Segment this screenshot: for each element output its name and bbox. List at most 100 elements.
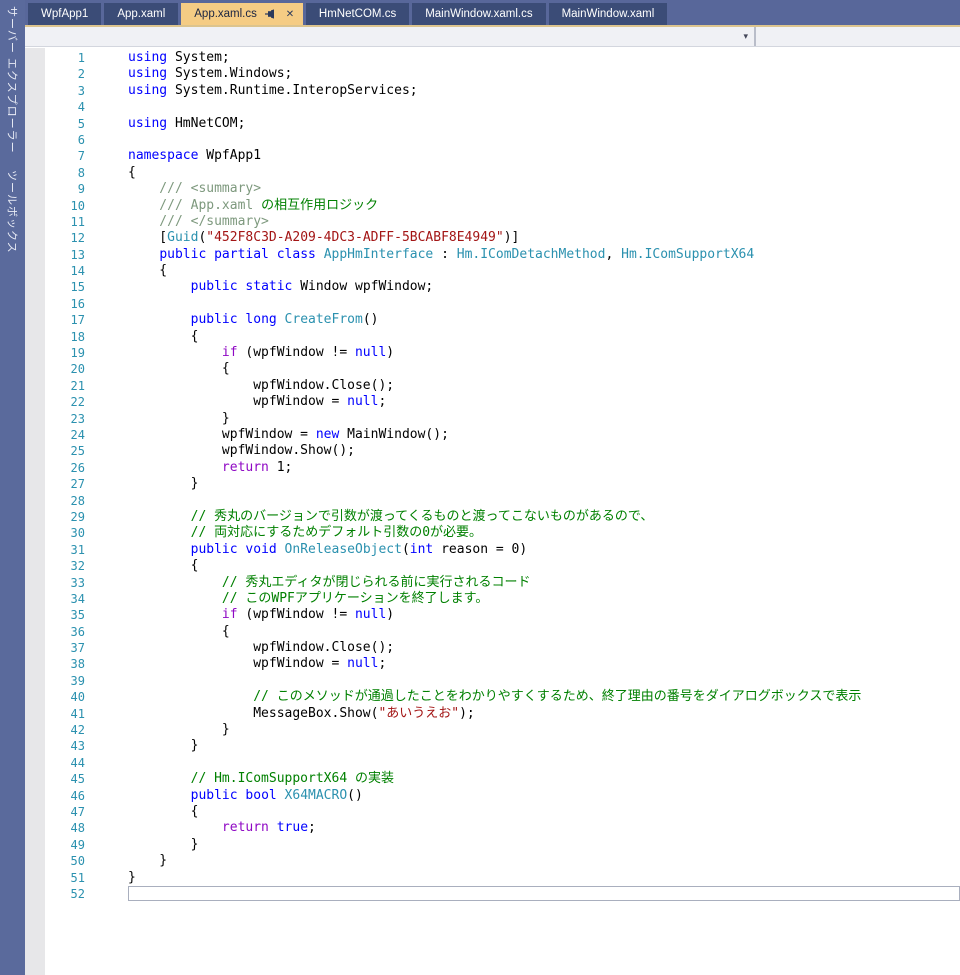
code-text[interactable]: { <box>128 558 960 574</box>
code-text[interactable]: } <box>128 738 960 754</box>
code-line: 36 { <box>25 624 960 640</box>
caret-line[interactable] <box>128 886 960 901</box>
ide-window: サーバー エクスプローラー ツールボックス WpfApp1 App.xaml A… <box>0 0 960 975</box>
tab-hmnetcom-cs[interactable]: HmNetCOM.cs <box>306 3 409 25</box>
code-text[interactable]: public bool X64MACRO() <box>128 788 960 804</box>
code-text[interactable]: /// <summary> <box>128 181 960 197</box>
code-text[interactable]: wpfWindow = null; <box>128 656 960 672</box>
code-text[interactable]: } <box>128 722 960 738</box>
tab-mainwindow-xaml[interactable]: MainWindow.xaml <box>549 3 668 25</box>
code-text[interactable]: wpfWindow.Close(); <box>128 640 960 656</box>
tab-label: App.xaml.cs <box>194 8 257 20</box>
line-number: 15 <box>25 279 85 295</box>
code-text[interactable]: public partial class AppHmInterface : Hm… <box>128 247 960 263</box>
code-text[interactable]: } <box>128 476 960 492</box>
tab-wpfapp1[interactable]: WpfApp1 <box>28 3 101 25</box>
code-text[interactable]: // このWPFアプリケーションを終了します。 <box>128 591 960 607</box>
code-text[interactable]: { <box>128 263 960 279</box>
code-line: 28 <box>25 493 960 509</box>
pin-icon[interactable] <box>263 7 277 21</box>
code-line: 33 // 秀丸エディタが閉じられる前に実行されるコード <box>25 575 960 591</box>
code-text[interactable]: wpfWindow.Close(); <box>128 378 960 394</box>
code-line: 16 <box>25 296 960 312</box>
code-text[interactable] <box>128 673 960 689</box>
close-icon[interactable]: ✕ <box>283 7 297 21</box>
code-text[interactable]: // 秀丸エディタが閉じられる前に実行されるコード <box>128 575 960 591</box>
code-text[interactable]: using System.Runtime.InteropServices; <box>128 83 960 99</box>
code-text[interactable]: { <box>128 361 960 377</box>
code-line: 15 public static Window wpfWindow; <box>25 279 960 295</box>
code-text[interactable]: using System; <box>128 50 960 66</box>
code-text[interactable]: return 1; <box>128 460 960 476</box>
code-text[interactable]: { <box>128 165 960 181</box>
code-text[interactable] <box>128 132 960 148</box>
code-text[interactable]: return true; <box>128 820 960 836</box>
code-line: 38 wpfWindow = null; <box>25 656 960 672</box>
tab-label: HmNetCOM.cs <box>319 8 396 20</box>
sidebar-item-toolbox[interactable]: ツールボックス <box>5 170 21 254</box>
line-number: 6 <box>25 132 85 148</box>
code-line: 35 if (wpfWindow != null) <box>25 607 960 623</box>
code-text[interactable]: } <box>128 870 960 886</box>
code-line: 30 // 両対応にするためデフォルト引数の0が必要。 <box>25 525 960 541</box>
code-text[interactable]: // 両対応にするためデフォルト引数の0が必要。 <box>128 525 960 541</box>
code-text[interactable]: wpfWindow = new MainWindow(); <box>128 427 960 443</box>
code-text[interactable]: namespace WpfApp1 <box>128 148 960 164</box>
sidebar-item-server-explorer[interactable]: サーバー エクスプローラー <box>5 6 21 154</box>
tool-window-strip: サーバー エクスプローラー ツールボックス <box>0 0 25 975</box>
code-lines: 1using System;2using System.Windows;3usi… <box>25 50 960 902</box>
code-text[interactable]: /// </summary> <box>128 214 960 230</box>
code-line: 34 // このWPFアプリケーションを終了します。 <box>25 591 960 607</box>
line-number: 48 <box>25 820 85 836</box>
code-text[interactable]: { <box>128 804 960 820</box>
code-text[interactable]: } <box>128 853 960 869</box>
code-text[interactable]: public long CreateFrom() <box>128 312 960 328</box>
line-number: 9 <box>25 181 85 197</box>
code-text[interactable]: } <box>128 411 960 427</box>
code-line: 21 wpfWindow.Close(); <box>25 378 960 394</box>
line-number: 27 <box>25 476 85 492</box>
navigation-bar: ▾ <box>25 27 960 47</box>
tab-app-xaml[interactable]: App.xaml <box>104 3 178 25</box>
code-text[interactable]: wpfWindow = null; <box>128 394 960 410</box>
types-dropdown[interactable]: ▾ <box>25 27 754 46</box>
code-text[interactable]: /// App.xaml の相互作用ロジック <box>128 198 960 214</box>
tab-mainwindow-xaml-cs[interactable]: MainWindow.xaml.cs <box>412 3 545 25</box>
code-line: 17 public long CreateFrom() <box>25 312 960 328</box>
code-text[interactable]: using HmNetCOM; <box>128 116 960 132</box>
code-line: 43 } <box>25 738 960 754</box>
code-text[interactable] <box>128 755 960 771</box>
code-text[interactable]: // Hm.IComSupportX64 の実装 <box>128 771 960 787</box>
line-number: 29 <box>25 509 85 525</box>
code-text[interactable]: } <box>128 837 960 853</box>
code-text[interactable]: using System.Windows; <box>128 66 960 82</box>
code-text[interactable]: MessageBox.Show("あいうえお"); <box>128 706 960 722</box>
code-line: 52 <box>25 886 960 902</box>
code-line: 5using HmNetCOM; <box>25 116 960 132</box>
code-text[interactable]: public void OnReleaseObject(int reason =… <box>128 542 960 558</box>
code-line: 32 { <box>25 558 960 574</box>
code-text[interactable] <box>128 296 960 312</box>
line-number: 7 <box>25 148 85 164</box>
code-line: 31 public void OnReleaseObject(int reaso… <box>25 542 960 558</box>
code-text[interactable]: { <box>128 624 960 640</box>
code-text[interactable]: public static Window wpfWindow; <box>128 279 960 295</box>
code-text[interactable]: // このメソッドが通過したことをわかりやすくするため、終了理由の番号をダイアロ… <box>128 689 960 705</box>
code-line: 41 MessageBox.Show("あいうえお"); <box>25 706 960 722</box>
code-line: 10 /// App.xaml の相互作用ロジック <box>25 198 960 214</box>
code-editor[interactable]: 1using System;2using System.Windows;3usi… <box>25 48 960 975</box>
tab-app-xaml-cs-active[interactable]: App.xaml.cs ✕ <box>181 3 303 25</box>
code-text[interactable]: { <box>128 329 960 345</box>
code-line: 14 { <box>25 263 960 279</box>
code-text[interactable]: [Guid("452F8C3D-A209-4DC3-ADFF-5BCABF8E4… <box>128 230 960 246</box>
line-number: 28 <box>25 493 85 509</box>
code-text[interactable]: // 秀丸のバージョンで引数が渡ってくるものと渡ってこないものがあるので、 <box>128 509 960 525</box>
line-number: 12 <box>25 230 85 246</box>
code-text[interactable]: if (wpfWindow != null) <box>128 345 960 361</box>
code-text[interactable]: if (wpfWindow != null) <box>128 607 960 623</box>
code-text[interactable] <box>128 99 960 115</box>
code-line: 8{ <box>25 165 960 181</box>
code-text[interactable] <box>128 493 960 509</box>
code-text[interactable]: wpfWindow.Show(); <box>128 443 960 459</box>
members-dropdown[interactable] <box>756 27 960 46</box>
